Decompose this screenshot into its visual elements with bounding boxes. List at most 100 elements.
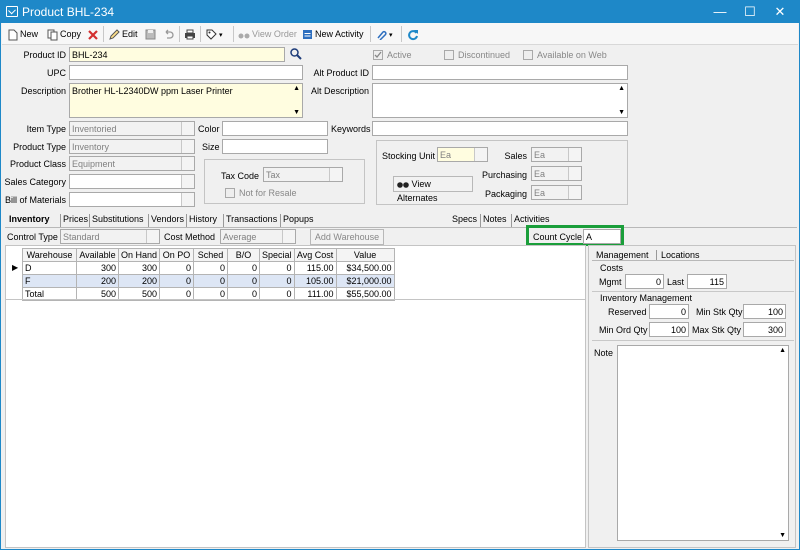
dropdown-button[interactable] (146, 230, 159, 243)
last-cost-field[interactable]: 115 (687, 274, 727, 289)
sales-unit-select[interactable]: Ea (531, 147, 582, 162)
discontinued-checkbox[interactable] (444, 50, 454, 60)
not-for-resale-checkbox[interactable] (225, 188, 235, 198)
tab-specs[interactable]: Specs (452, 214, 477, 227)
cost-method-select[interactable]: Average (220, 229, 296, 244)
tab-notes[interactable]: Notes (480, 214, 507, 227)
attachment-dropdown-button[interactable]: ▾ (375, 26, 393, 42)
tab-management[interactable]: Management (596, 250, 649, 260)
edit-button[interactable]: Edit (109, 26, 138, 42)
available-web-checkbox[interactable] (523, 50, 533, 60)
min-stk-qty-field[interactable]: 100 (743, 304, 786, 319)
scroll-up-icon[interactable]: ▲ (618, 85, 625, 92)
active-checkbox[interactable] (373, 50, 383, 60)
description-field[interactable]: Brother HL-L2340DW ppm Laser Printer ▲ ▼ (69, 83, 303, 118)
size-field[interactable] (222, 139, 328, 154)
dropdown-button[interactable] (568, 186, 581, 199)
mgmt-cost-field[interactable]: 0 (625, 274, 664, 289)
tab-transactions[interactable]: Transactions (223, 214, 277, 227)
dropdown-button[interactable] (568, 148, 581, 161)
tab-locations[interactable]: Locations (656, 250, 700, 260)
purchasing-unit-select[interactable]: Ea (531, 166, 582, 181)
undo-button[interactable] (163, 26, 176, 42)
dropdown-button[interactable] (568, 167, 581, 180)
table-row[interactable]: D 300 300 0 0 0 0 115.00 $34,500.00 (22, 261, 395, 275)
keywords-field[interactable] (372, 121, 628, 136)
close-button[interactable]: ✕ (765, 1, 795, 23)
product-type-select[interactable]: Inventory (69, 139, 195, 154)
column-header[interactable]: Warehouse (22, 248, 77, 262)
print-button[interactable] (184, 26, 198, 42)
product-id-field[interactable]: BHL-234 (69, 47, 285, 62)
packaging-unit-label: Packaging (484, 189, 527, 199)
purchasing-unit-label: Purchasing (481, 170, 527, 180)
search-icon[interactable] (290, 48, 302, 60)
dropdown-button[interactable] (181, 157, 194, 170)
tag-dropdown-button[interactable]: ▾ (206, 26, 223, 42)
tax-code-select[interactable]: Tax (263, 167, 343, 182)
costs-label: Costs (600, 263, 624, 273)
upc-field[interactable] (69, 65, 303, 80)
dropdown-button[interactable] (181, 175, 194, 188)
stocking-unit-select[interactable]: Ea (437, 147, 488, 162)
product-class-select[interactable]: Equipment (69, 156, 195, 171)
reserved-field[interactable]: 0 (649, 304, 689, 319)
last-label: Last (667, 277, 685, 287)
dropdown-button[interactable] (329, 168, 342, 181)
maximize-button[interactable]: ☐ (735, 1, 765, 23)
bom-select[interactable] (69, 192, 195, 207)
upc-label: UPC (46, 68, 66, 78)
minimize-button[interactable]: — (705, 1, 735, 23)
refresh-button[interactable] (407, 26, 421, 42)
view-order-button[interactable]: View Order (238, 26, 297, 42)
dropdown-button[interactable] (181, 193, 194, 206)
dropdown-button[interactable] (181, 122, 194, 135)
tag-icon (206, 29, 217, 40)
count-cycle-field[interactable]: A (583, 229, 621, 244)
copy-button[interactable]: Copy (47, 26, 81, 42)
tab-substitutions[interactable]: Substitutions (89, 214, 144, 227)
scroll-down-icon[interactable]: ▼ (618, 109, 625, 116)
alt-description-field[interactable]: ▲ ▼ (372, 83, 628, 118)
column-header[interactable]: On Hand (117, 248, 161, 262)
column-header[interactable]: On PO (159, 248, 195, 262)
scroll-up-icon[interactable]: ▲ (293, 85, 300, 92)
table-row[interactable]: F 200 200 0 0 0 0 105.00 $21,000.00 (22, 274, 395, 288)
refresh-icon (408, 29, 418, 40)
tab-history[interactable]: History (186, 214, 217, 227)
view-alternates-button[interactable]: View Alternates (393, 176, 473, 203)
tab-inventory[interactable]: Inventory (9, 214, 50, 227)
color-field[interactable] (222, 121, 328, 136)
tab-vendors[interactable]: Vendors (148, 214, 184, 227)
not-for-resale-label: Not for Resale (239, 188, 297, 198)
management-panel: Management Locations Costs Mgmt 0 Last 1… (588, 245, 796, 548)
product-id-label: Product ID (23, 50, 66, 60)
scroll-down-icon[interactable]: ▼ (293, 109, 300, 116)
dropdown-button[interactable] (282, 230, 295, 243)
note-field[interactable]: ▲ ▼ (617, 345, 789, 541)
column-header[interactable]: B/O (227, 248, 261, 262)
sales-category-select[interactable] (69, 174, 195, 189)
save-button[interactable] (145, 26, 158, 42)
column-header[interactable]: Value (335, 248, 395, 262)
add-warehouse-button[interactable]: Add Warehouse (310, 229, 384, 245)
column-header[interactable]: Available (76, 248, 119, 262)
min-ord-qty-field[interactable]: 100 (649, 322, 689, 337)
new-button[interactable]: New (8, 26, 38, 42)
dropdown-button[interactable] (474, 148, 487, 161)
column-header[interactable]: Special (259, 248, 295, 262)
tab-popups[interactable]: Popups (280, 214, 314, 227)
tab-prices[interactable]: Prices (60, 214, 88, 227)
column-header[interactable]: Avg Cost (293, 248, 337, 262)
max-stk-qty-field[interactable]: 300 (743, 322, 786, 337)
column-header[interactable]: Sched (193, 248, 229, 262)
scroll-up-icon[interactable]: ▲ (779, 347, 786, 354)
dropdown-button[interactable] (181, 140, 194, 153)
packaging-unit-select[interactable]: Ea (531, 185, 582, 200)
scroll-down-icon[interactable]: ▼ (779, 532, 786, 539)
delete-button[interactable] (88, 26, 100, 42)
alt-product-id-field[interactable] (372, 65, 628, 80)
item-type-select[interactable]: Inventoried (69, 121, 195, 136)
new-activity-button[interactable]: New Activity (302, 26, 364, 42)
control-type-select[interactable]: Standard (60, 229, 160, 244)
